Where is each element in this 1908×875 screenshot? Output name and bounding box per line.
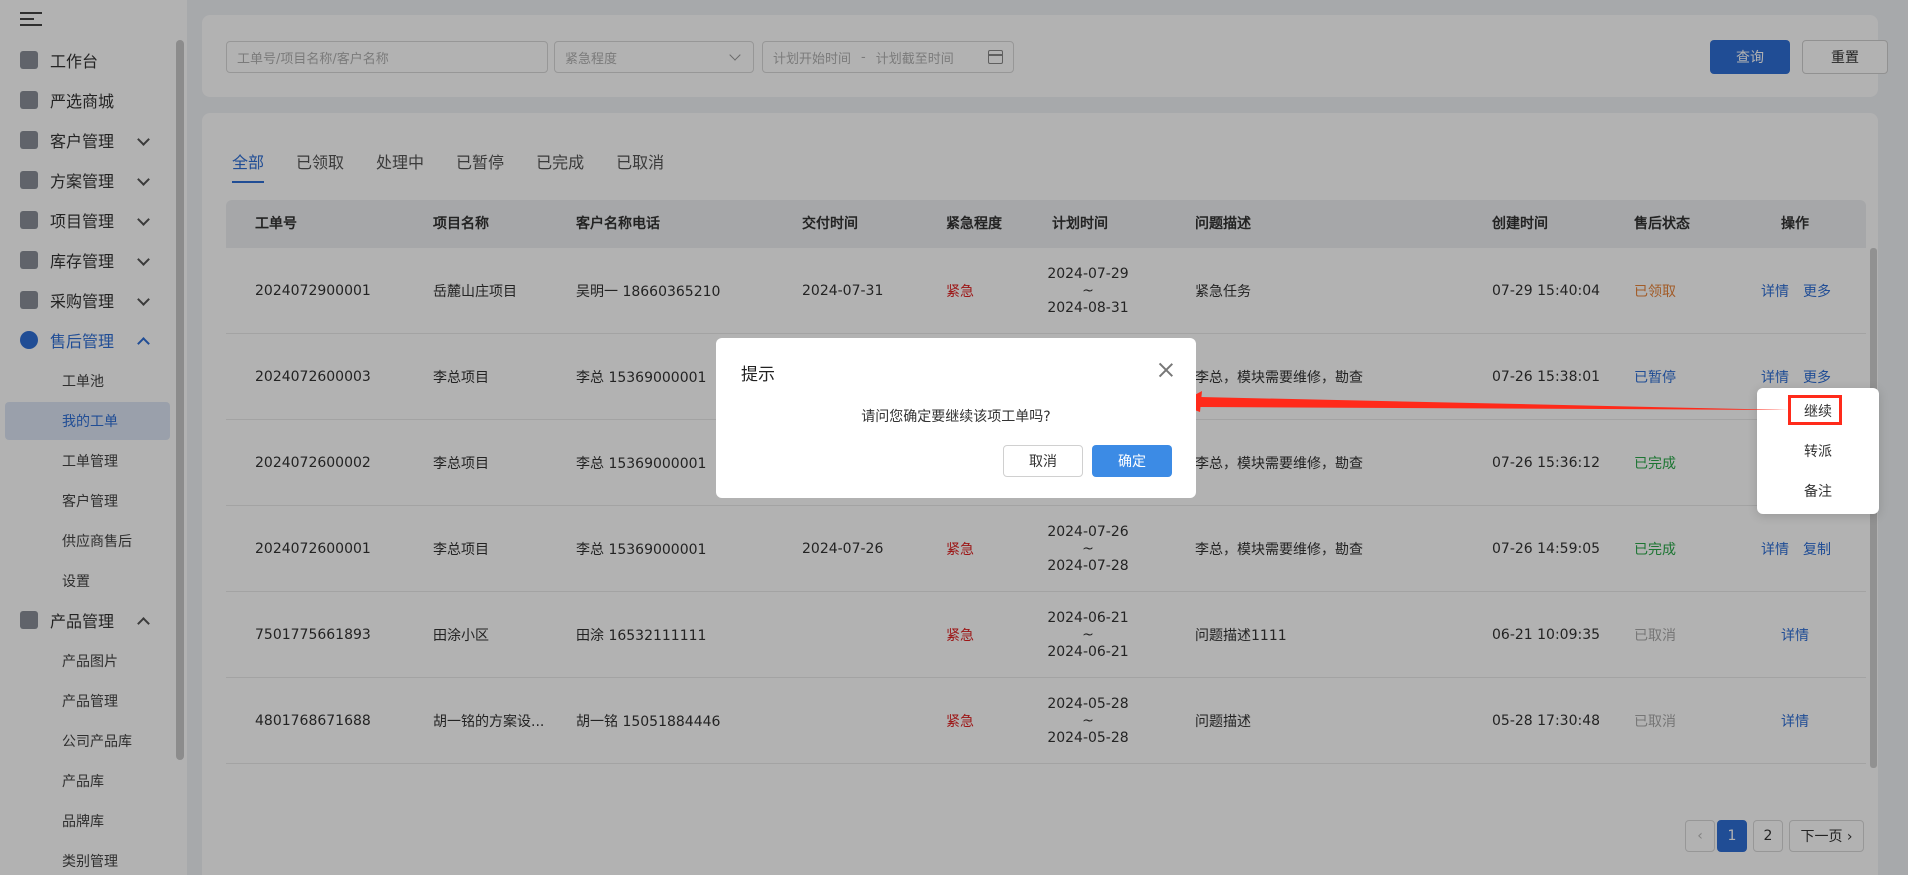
dropdown-item-note[interactable]: 备注: [1757, 471, 1879, 511]
confirm-button[interactable]: 确定: [1092, 445, 1172, 477]
dialog-message: 请问您确定要继续该项工单吗?: [861, 409, 1051, 425]
dropdown-item-reassign[interactable]: 转派: [1757, 431, 1879, 471]
dialog-title: 提示: [741, 365, 775, 385]
confirm-dialog: 提示 请问您确定要继续该项工单吗? 取消 确定: [716, 338, 1196, 498]
close-icon[interactable]: [1156, 360, 1176, 380]
annotation-highlight-box: [1788, 395, 1842, 425]
cancel-button[interactable]: 取消: [1003, 445, 1083, 477]
